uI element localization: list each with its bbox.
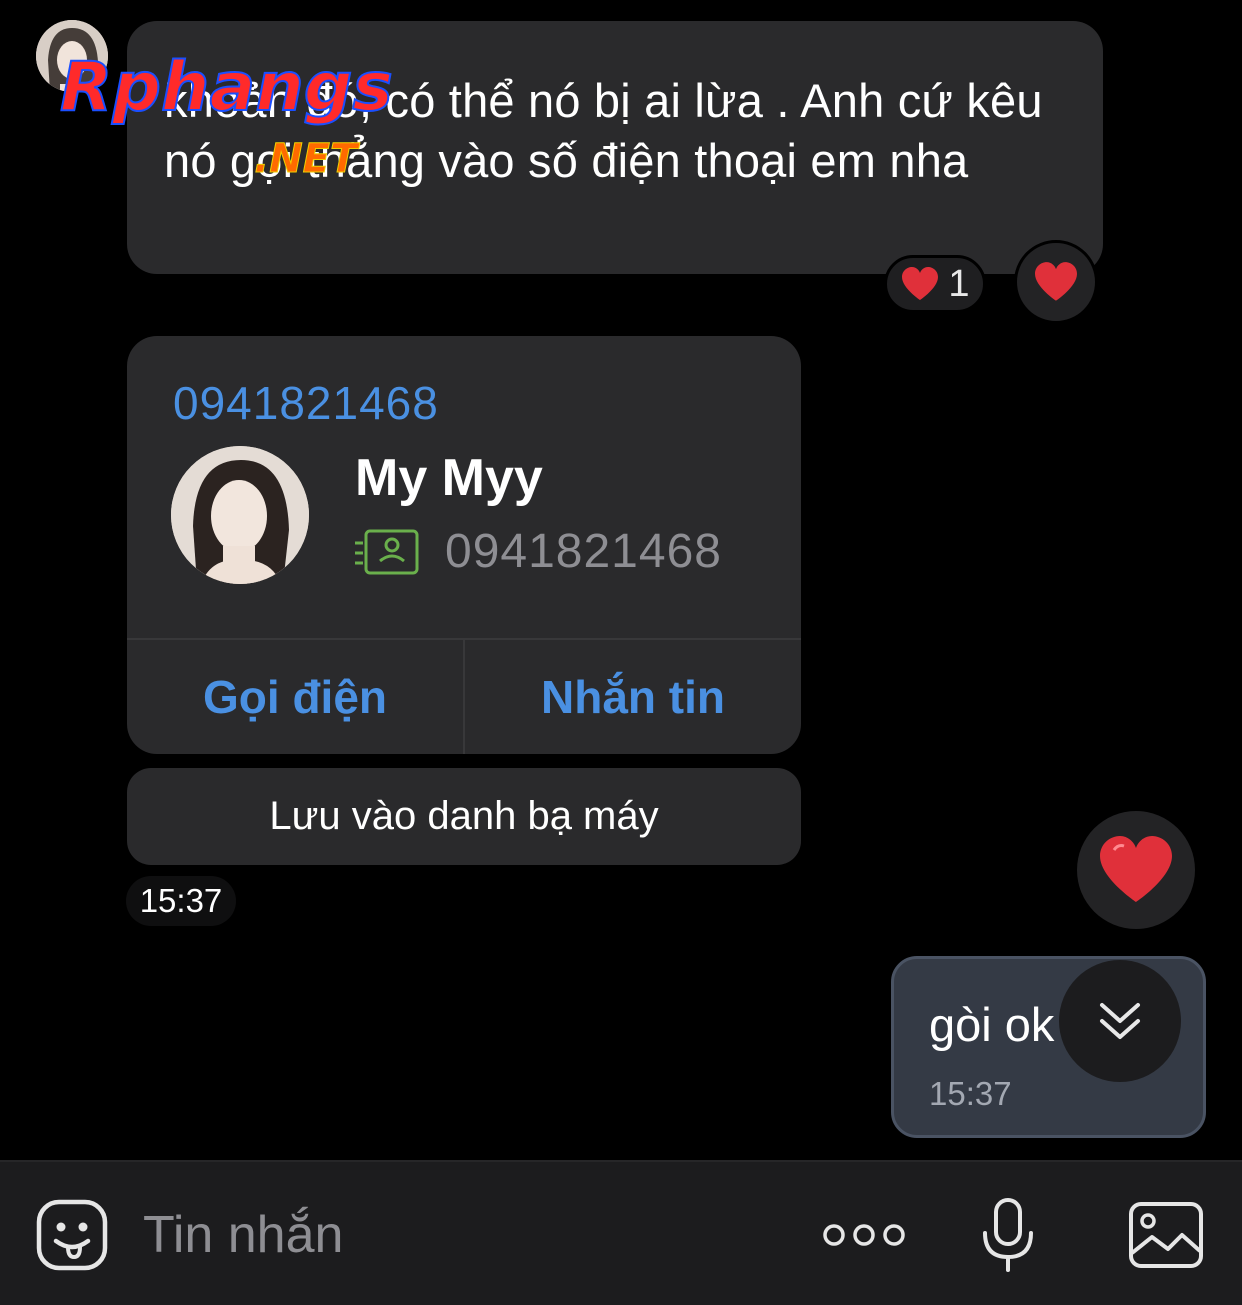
contact-card[interactable]: 0941821468 My Myy 0941821468 Gọi điện Nh… — [127, 336, 801, 754]
received-message-bubble[interactable]: khoản đó, có thể nó bị ai lừa . Anh cứ k… — [127, 21, 1103, 274]
message-input-bar: Tin nhắn — [0, 1160, 1242, 1305]
message-button[interactable]: Nhắn tin — [463, 640, 801, 754]
chat-screen: khoản đó, có thể nó bị ai lừa . Anh cứ k… — [0, 0, 1242, 1305]
sender-avatar[interactable] — [36, 20, 108, 92]
message-input[interactable]: Tin nhắn — [143, 1162, 343, 1305]
contact-name: My Myy — [355, 449, 543, 507]
contact-avatar — [171, 446, 309, 584]
image-icon — [1129, 1201, 1203, 1268]
contact-phone: 0941821468 — [445, 525, 722, 578]
heart-icon — [902, 267, 939, 300]
scroll-to-bottom-button[interactable] — [1059, 960, 1181, 1082]
contact-id-icon — [355, 529, 419, 575]
contact-actions: Gọi điện Nhắn tin — [127, 638, 801, 754]
reaction-count: 1 — [948, 262, 970, 305]
heart-icon — [1035, 262, 1077, 301]
image-button[interactable] — [1128, 1162, 1204, 1305]
call-button[interactable]: Gọi điện — [127, 640, 463, 754]
reaction-summary[interactable]: 1 — [884, 255, 986, 313]
received-timestamp: 15:37 — [126, 876, 236, 926]
save-contact-button[interactable]: Lưu vào danh bạ máy — [127, 768, 801, 865]
sent-message-text: gòi ok — [929, 998, 1055, 1051]
sticker-icon — [36, 1199, 108, 1270]
more-button[interactable] — [822, 1162, 906, 1305]
heart-icon — [1100, 836, 1172, 902]
react-button[interactable] — [1014, 240, 1098, 324]
voice-button[interactable] — [980, 1162, 1036, 1305]
more-icon — [823, 1223, 905, 1246]
sent-timestamp: 15:37 — [929, 1075, 1012, 1112]
received-message-text: khoản đó, có thể nó bị ai lừa . Anh cứ k… — [164, 74, 1043, 187]
contact-number-link[interactable]: 0941821468 — [173, 376, 439, 430]
react-button-large[interactable] — [1077, 811, 1195, 929]
double-chevron-down-icon — [1100, 1003, 1140, 1039]
microphone-icon — [983, 1197, 1033, 1272]
sticker-button[interactable] — [36, 1162, 108, 1305]
